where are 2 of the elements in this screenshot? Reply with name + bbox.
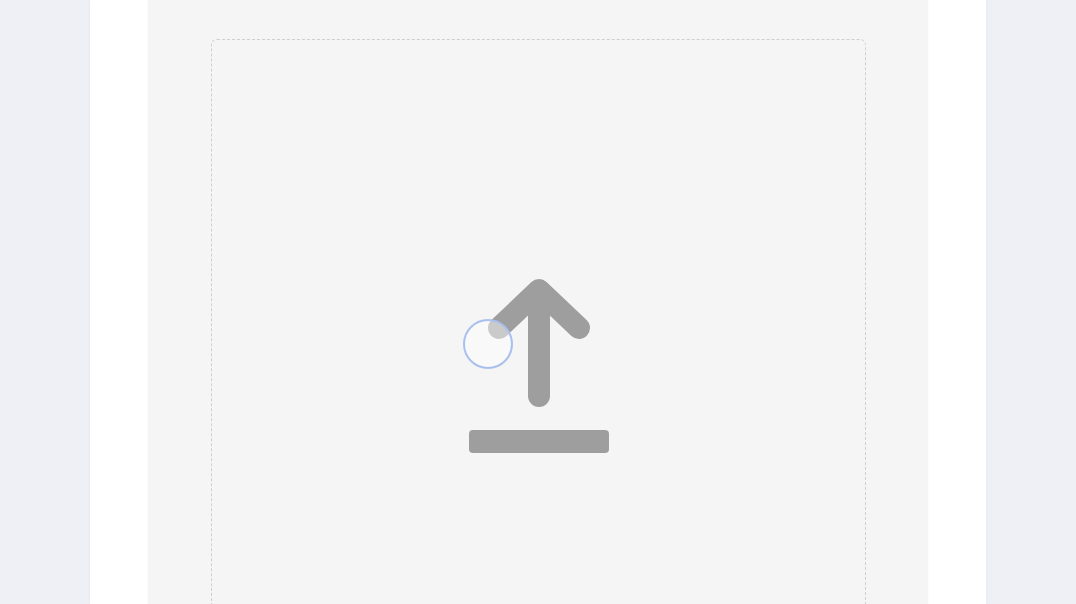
- drop-zone[interactable]: [211, 39, 866, 604]
- upload-icon[interactable]: [468, 278, 609, 453]
